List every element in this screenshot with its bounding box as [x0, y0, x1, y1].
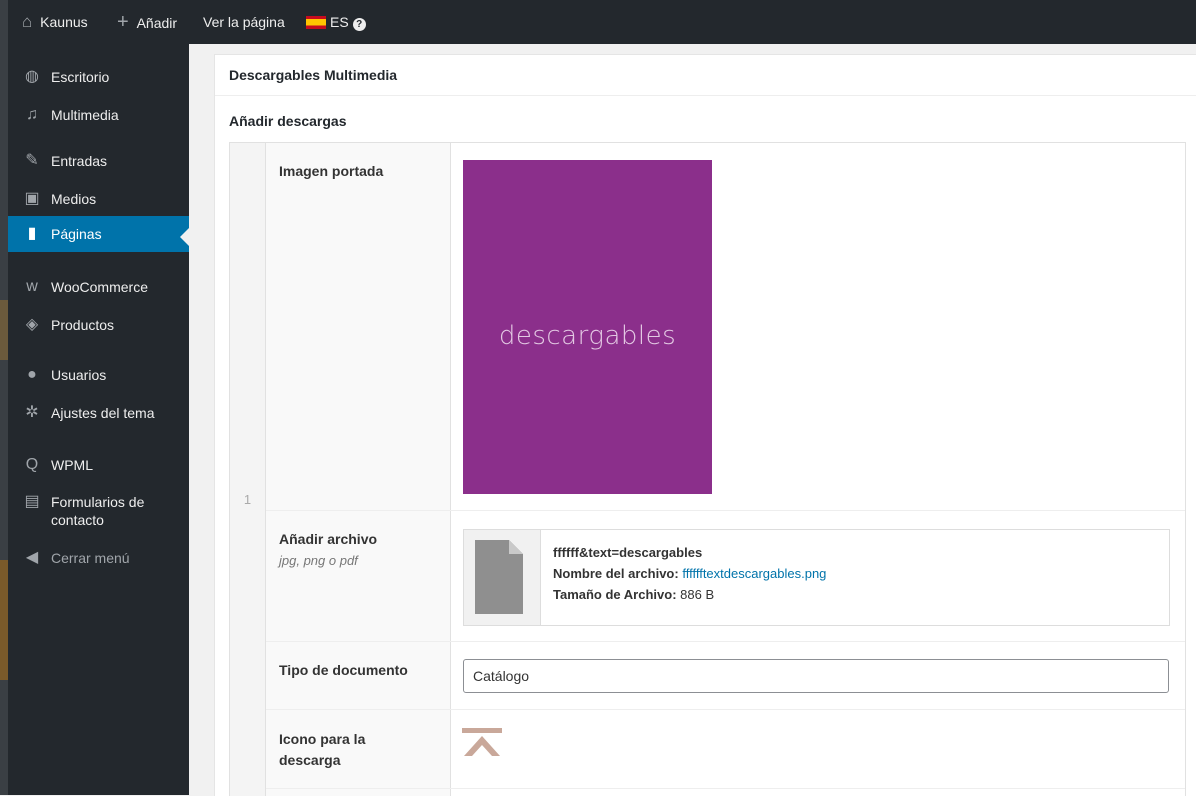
sidebar-item-label: Cerrar menú — [51, 550, 130, 566]
sidebar-item-páginas[interactable]: ▮ Páginas — [8, 216, 189, 252]
cover-image-label: Imagen portada — [279, 163, 384, 179]
sidebar-item-label: WooCommerce — [51, 279, 148, 295]
label-column — [266, 143, 451, 796]
help-icon: ? — [352, 18, 366, 31]
sidebar-item-wpml[interactable]: Q WPML — [8, 452, 189, 478]
view-page-label: Ver la página — [203, 14, 285, 30]
row-handle[interactable]: 1 — [230, 143, 266, 796]
file-attachment[interactable]: ffffff&text=descargables Nombre del arch… — [463, 529, 1170, 626]
music-note-icon: ♫ — [26, 106, 38, 123]
add-new-link[interactable]: + Añadir — [117, 0, 177, 44]
file-name-label: Nombre del archivo: — [553, 566, 679, 581]
sidebar-item-usuarios[interactable]: ● Usuarios — [8, 362, 189, 388]
divider — [266, 510, 1185, 511]
sidebar-item-label: Multimedia — [51, 107, 119, 123]
download-icon-label: Icono para la descarga — [279, 731, 366, 768]
admin-bar: ⌂ Kaunus + Añadir Ver la página ES? — [8, 0, 1196, 44]
file-thumbnail — [464, 530, 541, 625]
sidebar-item-entradas[interactable]: ✎ Entradas — [8, 148, 189, 174]
divider — [215, 95, 1196, 96]
admin-sidebar: ◍ Escritorio ♫ Multimedia ✎ Entradas ▣ Medios ▮ P… — [8, 44, 189, 795]
gear-icon: ✲ — [25, 404, 39, 421]
sidebar-item-label: WPML — [51, 457, 93, 473]
site-name: Kaunus — [40, 14, 88, 30]
panel-title: Descargables Multimedia — [229, 67, 398, 83]
add-file-label: Añadir archivo — [279, 531, 378, 547]
file-title: ffffff&text=descargables — [553, 545, 703, 560]
language-code: ES — [330, 14, 349, 30]
wpml-icon: Q — [25, 456, 39, 473]
user-icon: ● — [27, 366, 37, 383]
collapse-icon: ◀ — [25, 549, 39, 566]
sidebar-item-medios[interactable]: ▣ Medios — [8, 186, 189, 212]
file-name-link[interactable]: fffffftextdescargables.png — [682, 566, 826, 581]
plus-icon: + — [117, 11, 129, 33]
sidebar-item-label: Escritorio — [51, 69, 110, 85]
window-edge — [0, 0, 8, 795]
sidebar-item-label: Medios — [51, 191, 97, 207]
sidebar-item-label: Páginas — [51, 226, 102, 242]
sidebar-item-label: Entradas — [51, 153, 108, 169]
file-name-row: Nombre del archivo: fffffftextdescargabl… — [553, 563, 826, 584]
sidebar-item-cerrar-menú[interactable]: ◀ Cerrar menú — [8, 545, 189, 571]
sidebar-item-ajustes-del-tema[interactable]: ✲ Ajustes del tema — [8, 400, 189, 426]
field-label: Añadir descargas — [229, 113, 347, 129]
sidebar-item-label: Formularios de contacto — [51, 494, 145, 528]
sidebar-item-label: Ajustes del tema — [51, 405, 155, 421]
sidebar-item-woocommerce[interactable]: w WooCommerce — [8, 274, 189, 300]
document-type-select[interactable]: Catálogo — [463, 659, 1169, 693]
document-type-value: Catálogo — [473, 668, 530, 684]
view-page-link[interactable]: Ver la página — [203, 0, 285, 44]
sidebar-item-formularios-de-contacto[interactable]: ▤ Formularios de contacto — [8, 489, 189, 529]
page-icon: ▮ — [27, 225, 37, 242]
download-arrow-icon[interactable] — [462, 728, 502, 758]
box-icon: ◈ — [25, 316, 39, 333]
spain-flag-icon — [306, 16, 326, 29]
row-number: 1 — [243, 492, 252, 507]
document-icon — [475, 540, 523, 614]
language-switcher[interactable]: ES? — [306, 0, 366, 44]
cover-image-text: descargables — [498, 321, 677, 351]
file-size-value: 886 B — [680, 587, 715, 602]
document-type-label: Tipo de documento — [279, 662, 408, 678]
sidebar-item-productos[interactable]: ◈ Productos — [8, 312, 189, 338]
pin-icon: ✎ — [25, 152, 39, 169]
current-indicator — [180, 228, 189, 246]
downloads-repeater: 1 Imagen portada descargables Añadir arc… — [229, 142, 1186, 796]
woo-icon: w — [26, 278, 38, 295]
file-size-row: Tamaño de Archivo: 886 B — [553, 584, 714, 605]
sidebar-item-label: Usuarios — [51, 367, 107, 383]
sidebar-item-escritorio[interactable]: ◍ Escritorio — [8, 64, 189, 90]
sidebar-item-label: Productos — [51, 317, 115, 333]
site-home-link[interactable]: ⌂ Kaunus — [22, 0, 88, 44]
divider — [266, 788, 1185, 789]
cover-image[interactable]: descargables — [463, 160, 712, 494]
media-icon: ▣ — [24, 190, 40, 207]
sidebar-item-multimedia[interactable]: ♫ Multimedia — [8, 102, 189, 128]
file-size-label: Tamaño de Archivo: — [553, 587, 677, 602]
divider — [266, 709, 1185, 710]
add-file-hint: jpg, png o pdf — [279, 553, 358, 568]
home-icon: ⌂ — [22, 12, 33, 31]
add-new-label: Añadir — [136, 15, 178, 31]
divider — [266, 641, 1185, 642]
form-icon: ▤ — [24, 493, 40, 510]
dashboard-icon: ◍ — [25, 68, 39, 85]
